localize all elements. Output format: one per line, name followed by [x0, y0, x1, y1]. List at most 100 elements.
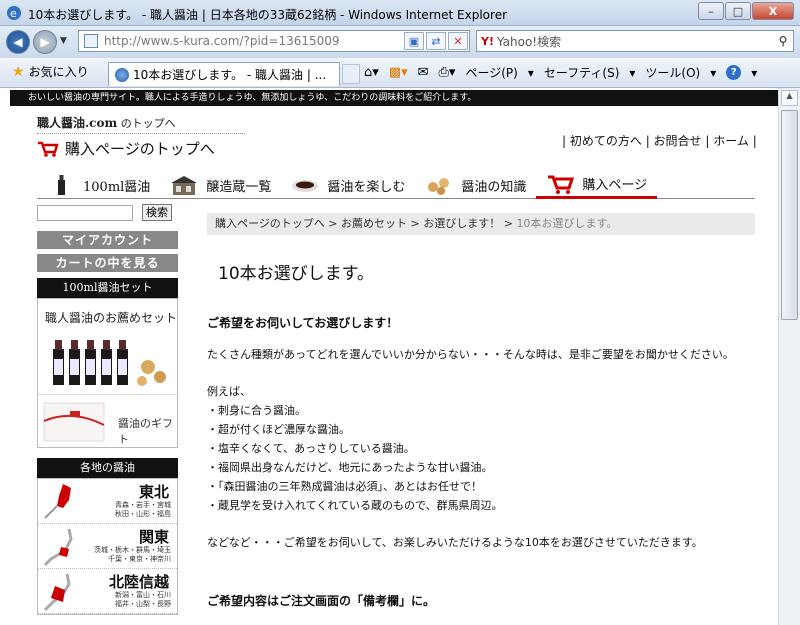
site-logo[interactable]: 職人醤油.com のトップへ: [37, 114, 245, 134]
recommended-set-banner[interactable]: 職人醤油のお薦めセット: [38, 299, 177, 395]
address-bar-row: ◀ ▶ ▼ http://www.s-kura.com/?pid=1361500…: [0, 26, 800, 58]
region-name: 東北: [138, 483, 169, 501]
page-menu[interactable]: ページ(P): [465, 64, 517, 81]
nav-buy[interactable]: 購入ページ: [536, 171, 658, 199]
nav-label: 醸造蔵一覧: [206, 179, 272, 195]
gift-banner[interactable]: 醤油のギフト: [38, 395, 177, 447]
closing-text: などなど・・・ご希望をお伺いして、お楽しみいただけるような10本をお選びさせてい…: [207, 536, 703, 549]
mail-icon[interactable]: ✉: [418, 65, 429, 80]
vertical-scrollbar[interactable]: ▲: [778, 88, 800, 625]
title-bar: e 10本お選びします。 - 職人醤油 | 日本各地の33蔵62銘柄 - Win…: [0, 0, 800, 26]
nav-label: 醤油の知識: [461, 179, 527, 195]
print-icon[interactable]: ⎙▾: [439, 65, 456, 80]
set-box: 職人醤油のお薦めセット 醤油のギフト: [37, 298, 178, 448]
nav-100ml[interactable]: 100ml醤油: [37, 171, 160, 199]
yahoo-logo-icon: Y!: [481, 34, 494, 48]
lead-text: ご希望をお伺いしてお選びします！: [207, 316, 399, 330]
forward-button[interactable]: ▶: [33, 30, 57, 54]
soy-dish-icon: [292, 180, 319, 192]
search-placeholder[interactable]: Yahoo!検索: [497, 33, 773, 50]
minimize-button[interactable]: –: [698, 2, 724, 20]
top-strip-text: おいしい醤油の専門サイト。職人による手造りしょうゆ、無添加しょうゆ、こだわりの調…: [10, 90, 778, 106]
page-icon: [84, 34, 98, 48]
scroll-up-arrow-icon[interactable]: ▲: [781, 90, 798, 106]
breadcrumb: 購入ページのトップへ > お薦めセット > お選びします！ > 10本お選びしま…: [207, 213, 755, 235]
nav-label: 購入ページ: [582, 178, 648, 193]
breadcrumb-buy-top[interactable]: 購入ページのトップへ: [215, 217, 325, 230]
favorites-bar: ★ お気に入り 10本お選びします。 - 職人醤油 | ... ⌂▾ ▩▾ ✉ …: [0, 58, 800, 88]
region-name: 関東: [138, 528, 169, 546]
favorites-button[interactable]: ★ お気に入り: [12, 63, 89, 80]
link-home[interactable]: ホーム: [713, 134, 749, 148]
stop-icon[interactable]: ✕: [448, 32, 468, 50]
tab-title: 10本お選びします。 - 職人醤油 | ...: [133, 68, 327, 82]
ie-logo-icon: e: [7, 6, 21, 20]
cart-icon: [548, 175, 575, 194]
example-item: ・「森田醤油の三年熟成醤油は必須」、あとはお任せで！: [207, 480, 482, 493]
example-item: ・超が付くほど濃厚な醤油。: [207, 423, 350, 436]
soybean-icon: [428, 178, 450, 195]
scroll-thumb[interactable]: [781, 110, 798, 320]
my-account-button[interactable]: マイアカウント: [37, 231, 178, 249]
nav-enjoy[interactable]: 醤油を楽しむ: [281, 171, 415, 199]
example-item: ・塩辛くなくて、あっさりしている醤油。: [207, 442, 415, 455]
view-cart-button[interactable]: カートの中を見る: [37, 254, 178, 272]
svg-text:e: e: [10, 7, 17, 20]
arrow-right-icon: ▶: [40, 35, 50, 49]
main-content: 購入ページのトップへ > お薦めセット > お選びします！ > 10本お選びしま…: [207, 213, 755, 609]
region-box: 東北 青森・岩手・宮城 秋田・山形・福島 関東 茨城・栃木・群馬・埼玉 千葉・東京・…: [37, 478, 178, 615]
example-item: ・蔵見学を受け入れてくれている蔵のもので、群馬県周辺。: [207, 499, 503, 512]
region-section-header: 各地の醤油: [37, 458, 178, 478]
nav-label: 100ml醤油: [83, 179, 151, 195]
set-section-header: 100ml醤油セット: [37, 278, 178, 298]
brewery-icon: [171, 176, 198, 195]
region-kanto[interactable]: 関東 茨城・栃木・群馬・埼玉 千葉・東京・神奈川: [38, 524, 177, 569]
arrow-left-icon: ◀: [13, 35, 23, 49]
link-first-time[interactable]: 初めての方へ: [570, 134, 642, 148]
nav-knowledge[interactable]: 醤油の知識: [415, 171, 536, 199]
rss-feed-icon[interactable]: ▩▾: [389, 65, 408, 80]
region-prefectures: 新潟・富山・石川 福井・山梨・長野: [115, 591, 171, 608]
breadcrumb-choose[interactable]: お選びします！: [423, 217, 500, 230]
maximize-button[interactable]: □: [725, 2, 751, 20]
logo-sub: のトップへ: [120, 117, 176, 130]
examples-title: 例えば、: [207, 385, 251, 398]
history-dropdown-icon[interactable]: ▼: [60, 36, 67, 46]
breadcrumb-recommended[interactable]: お薦めセット: [341, 217, 407, 230]
region-hokuriku-shinetsu[interactable]: 北陸信越 新潟・富山・石川 福井・山梨・長野: [38, 569, 177, 614]
nav-breweries[interactable]: 醸造蔵一覧: [160, 171, 281, 199]
address-url[interactable]: http://www.s-kura.com/?pid=13615009: [104, 34, 455, 48]
link-contact[interactable]: お問合せ: [654, 134, 702, 148]
new-tab-button[interactable]: [342, 64, 360, 84]
star-icon: ★: [12, 63, 25, 80]
help-icon[interactable]: ?: [726, 65, 742, 80]
region-tohoku[interactable]: 東北 青森・岩手・宮城 秋田・山形・福島: [38, 479, 177, 524]
sidebar: 検索 マイアカウント カートの中を見る 100ml醤油セット 職人醤油のお薦めセ…: [37, 204, 178, 615]
tools-menu[interactable]: ツール(O): [645, 64, 700, 81]
nav-label: 醤油を楽しむ: [327, 179, 406, 195]
buy-top-link[interactable]: 購入ページのトップへ: [37, 138, 215, 159]
top-links: | 初めての方へ | お問合せ | ホーム |: [562, 134, 757, 148]
back-button[interactable]: ◀: [6, 30, 30, 54]
home-icon[interactable]: ⌂▾: [364, 65, 379, 80]
search-icon[interactable]: ⚲: [773, 34, 793, 48]
breadcrumb-current: 10本お選びします。: [516, 217, 618, 230]
browser-tab[interactable]: 10本お選びします。 - 職人醤油 | ...: [108, 62, 340, 86]
search-box[interactable]: Y! Yahoo!検索 ⚲: [476, 30, 794, 52]
region-name: 北陸信越: [108, 573, 169, 591]
intro-text: たくさん種類があってどれを選んでいいか分からない・・・そんな時は、是非ご要望をお…: [207, 348, 734, 361]
site-search-input[interactable]: [37, 204, 133, 221]
window-title: 10本お選びします。 - 職人醤油 | 日本各地の33蔵62銘柄 - Windo…: [28, 8, 508, 22]
example-item: ・福岡県出身なんだけど、地元にあったような甘い醤油。: [207, 461, 493, 474]
main-nav: 100ml醤油 醸造蔵一覧 醤油を楽しむ 醤油の知識 購入ページ: [37, 171, 755, 199]
logo-main: 職人醤油.com: [37, 116, 118, 130]
tab-ie-icon: [115, 67, 129, 82]
refresh-icon[interactable]: ⇄: [426, 32, 446, 50]
safety-menu[interactable]: セーフティ(S): [544, 64, 620, 81]
safety-menu-chevron-icon: ▾: [629, 65, 636, 80]
close-button[interactable]: X: [752, 2, 794, 20]
region-prefectures: 茨城・栃木・群馬・埼玉 千葉・東京・神奈川: [94, 546, 171, 563]
compatibility-icon[interactable]: ▣: [404, 32, 424, 50]
japan-map-tohoku-icon: [44, 484, 71, 519]
site-search-button[interactable]: 検索: [142, 204, 172, 221]
